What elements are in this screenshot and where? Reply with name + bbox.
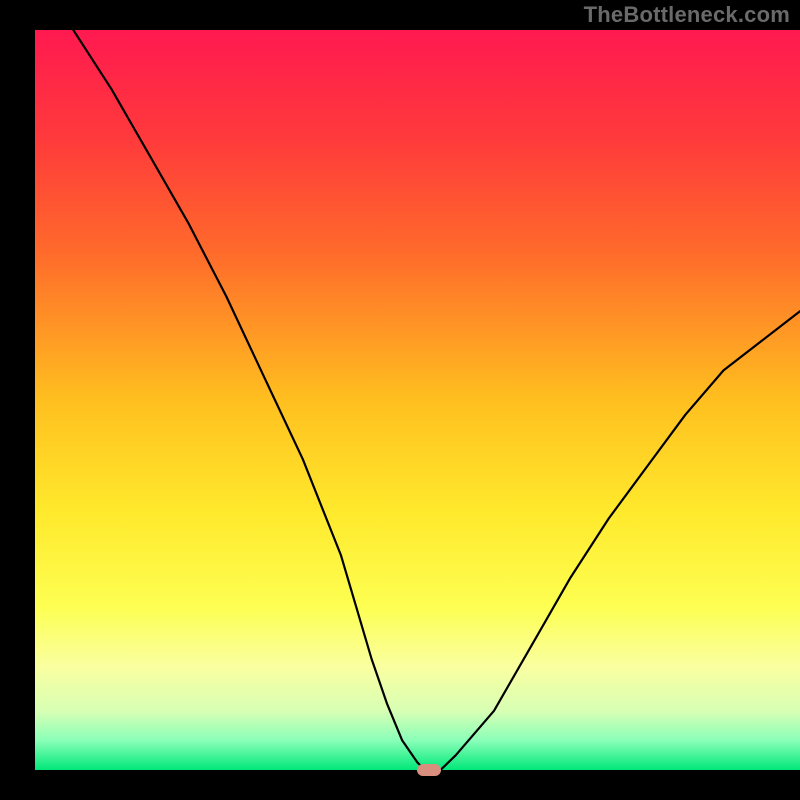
watermark-text: TheBottleneck.com [584,2,790,28]
bottleneck-chart [0,0,800,800]
valley-marker [417,764,441,776]
plot-background [35,30,800,770]
chart-frame: TheBottleneck.com [0,0,800,800]
